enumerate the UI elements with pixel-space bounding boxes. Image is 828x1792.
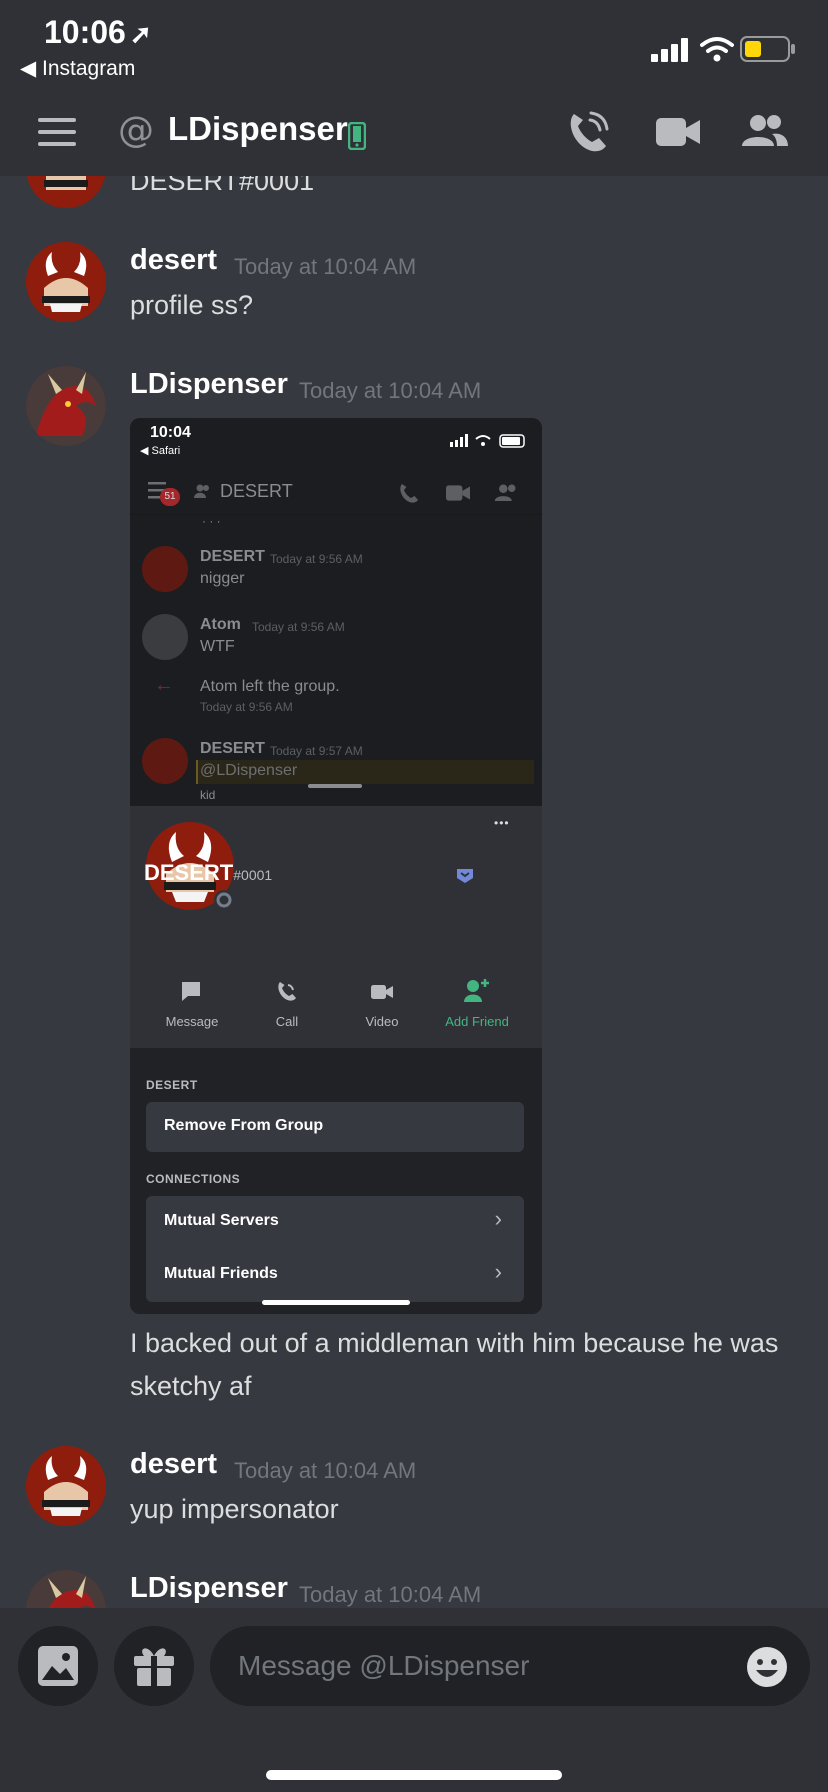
remove-from-group-row: Remove From Group (146, 1102, 524, 1152)
profile-action-message: Message (165, 1014, 219, 1029)
embed-timestamp: Today at 9:57 AM (270, 744, 363, 758)
members-icon[interactable] (742, 114, 788, 148)
embed-avatar (142, 738, 188, 784)
message-username[interactable]: desert (130, 244, 217, 277)
status-time-text: 10:06 (44, 14, 126, 50)
embed-partial-text: kid (200, 788, 216, 802)
channel-title[interactable]: LDispenser (168, 110, 348, 148)
desert-avatar-icon (26, 242, 106, 322)
section-header-connections: CONNECTIONS (146, 1172, 241, 1186)
embed-home-indicator (262, 1300, 410, 1305)
message-username[interactable]: LDispenser (130, 368, 288, 401)
embed-back-app: ◀ Safari (140, 445, 181, 457)
message-username[interactable]: desert (130, 1448, 217, 1481)
nitro-badge-icon (457, 869, 473, 883)
profile-username: DESERT (144, 860, 234, 885)
section-header-user: DESERT (146, 1078, 198, 1092)
profile-name: DESERT#0001 (144, 860, 272, 886)
gift-button[interactable] (114, 1626, 194, 1706)
embed-notification-badge: 51 (160, 488, 180, 506)
embed-system-message: Atom left the group. (200, 678, 340, 695)
avatar[interactable] (26, 176, 106, 208)
embed-username: DESERT (200, 548, 265, 565)
profile-action-video: Video (365, 1014, 399, 1029)
embed-timestamp: Today at 9:56 AM (252, 620, 345, 634)
attach-image-button[interactable] (18, 1626, 98, 1706)
avatar[interactable] (26, 242, 106, 322)
video-icon (371, 985, 393, 999)
embed-members-icon (494, 484, 516, 501)
message-composer (0, 1608, 828, 1792)
desert-avatar-icon (26, 1446, 106, 1526)
battery-icon (740, 36, 795, 62)
message-timestamp: Today at 10:04 AM (299, 1582, 482, 1607)
embed-message: WTF (200, 638, 235, 655)
mutual-friends-label: Mutual Friends (164, 1265, 278, 1282)
message-text: I backed out of a middleman with him bec… (130, 1328, 779, 1401)
message-timestamp: Today at 10:04 AM (299, 378, 482, 403)
profile-action-call: Call (275, 1014, 299, 1029)
embed-video-icon (446, 485, 470, 501)
message-username[interactable]: LDispenser (130, 1572, 288, 1605)
embed-divider (130, 514, 542, 515)
embed-timestamp: Today at 9:56 AM (200, 700, 293, 714)
chevron-right-icon: › (494, 1259, 502, 1284)
avatar[interactable] (26, 366, 106, 446)
at-icon: @ (118, 110, 154, 151)
embed-sheet-handle (308, 784, 362, 788)
embed-avatar (142, 546, 188, 592)
avatar[interactable] (26, 1446, 106, 1526)
embed-timestamp: Today at 9:56 AM (270, 552, 363, 566)
top-bar: 10:06 ➚ ◀ Instagram @ LDispenser (0, 0, 828, 176)
left-arrow-icon: ← (154, 674, 174, 696)
mobile-status-icon (348, 122, 366, 150)
embed-username: DESERT (200, 740, 265, 757)
message-text: DESERT#0001 (130, 176, 315, 196)
location-arrow-icon: ➚ (129, 19, 152, 49)
video-call-icon[interactable] (656, 116, 700, 148)
embed-mention: @LDispenser (200, 762, 298, 779)
chevron-right-icon: › (494, 1206, 502, 1231)
desert-avatar-icon (26, 176, 106, 208)
cellular-signal-icon (651, 38, 688, 62)
embed-call-icon (400, 484, 418, 503)
message-text: yup impersonator (130, 1494, 339, 1524)
profile-discriminator: #0001 (233, 867, 273, 883)
embed-header-title: DESERT (220, 481, 293, 501)
profile-action-add-friend: Add Friend (445, 1014, 509, 1029)
embed-status-time: 10:04 (150, 424, 191, 441)
embed-group-icon (194, 484, 209, 498)
call-icon (278, 982, 296, 1001)
image-attachment[interactable]: 10:04 ◀ Safari 51 DESERT · · · DESERT To… (130, 418, 542, 1314)
status-time: 10:06 ➚ (44, 14, 152, 51)
voice-call-icon[interactable] (566, 110, 610, 154)
embed-username: Atom (200, 616, 241, 633)
embed-avatar (142, 614, 188, 660)
hamburger-menu-icon[interactable] (38, 118, 76, 146)
connections-group: Mutual Servers › Mutual Friends › (146, 1196, 524, 1302)
message-icon (182, 982, 200, 1001)
emoji-icon[interactable] (746, 1646, 788, 1688)
mutual-servers-label: Mutual Servers (164, 1212, 279, 1229)
message-input[interactable] (210, 1626, 810, 1706)
wifi-icon (700, 37, 734, 62)
message-timestamp: Today at 10:04 AM (234, 254, 417, 279)
remove-from-group-label: Remove From Group (164, 1117, 324, 1134)
message-timestamp: Today at 10:04 AM (234, 1458, 417, 1483)
dragon-avatar-icon (26, 366, 106, 446)
gift-icon (134, 1648, 174, 1686)
embed-status-icons (450, 434, 525, 448)
add-friend-icon (464, 979, 489, 1002)
message-text: profile ss? (130, 290, 254, 320)
embed-partial-text: · · · (202, 514, 221, 528)
dragon-avatar-icon (26, 1570, 106, 1608)
more-options-icon: ••• (494, 816, 510, 830)
avatar[interactable] (26, 1570, 106, 1608)
embed-message: nigger (200, 570, 245, 587)
message-list[interactable]: DESERT#0001 desert Today at 10:04 AM pro… (0, 176, 828, 1608)
home-indicator (266, 1770, 562, 1780)
image-icon (38, 1646, 78, 1686)
back-to-app-link[interactable]: ◀ Instagram (20, 56, 135, 81)
